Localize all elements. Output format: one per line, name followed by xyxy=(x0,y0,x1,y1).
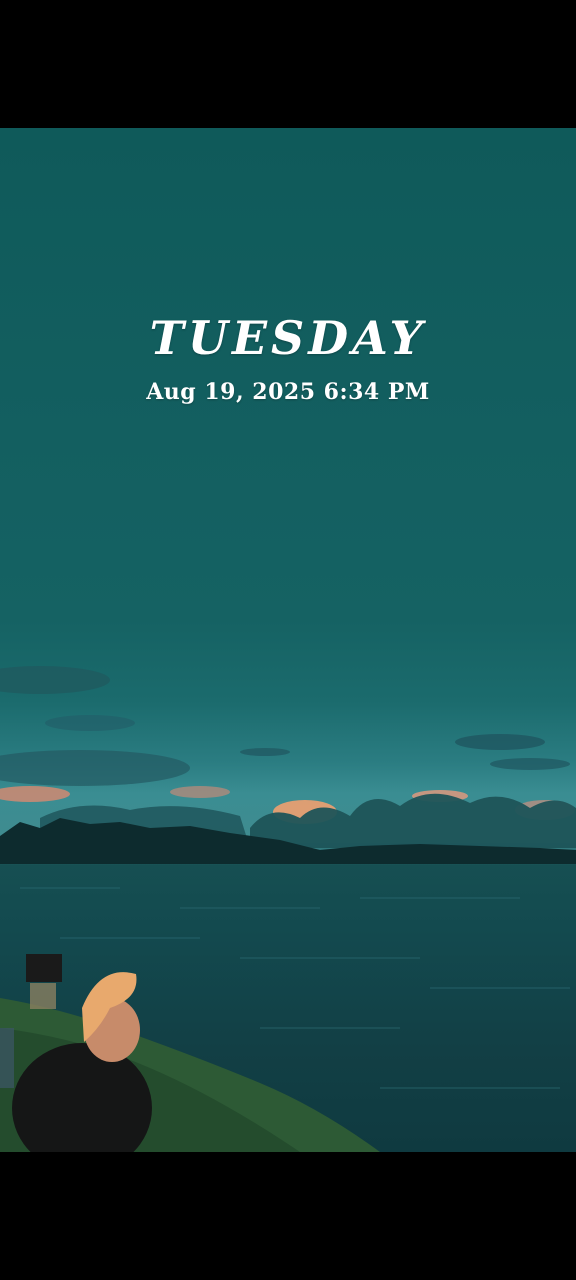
bottom-letterbox xyxy=(0,1152,576,1280)
wallpaper-image xyxy=(0,128,576,1152)
date-time-label: Aug 19, 2025 6:34 PM xyxy=(146,379,430,405)
top-letterbox xyxy=(0,0,576,128)
day-of-week-label: TUESDAY xyxy=(149,311,427,365)
lockscreen-clock: TUESDAY Aug 19, 2025 6:34 PM xyxy=(0,305,576,409)
wallpaper-scene xyxy=(0,666,576,1152)
